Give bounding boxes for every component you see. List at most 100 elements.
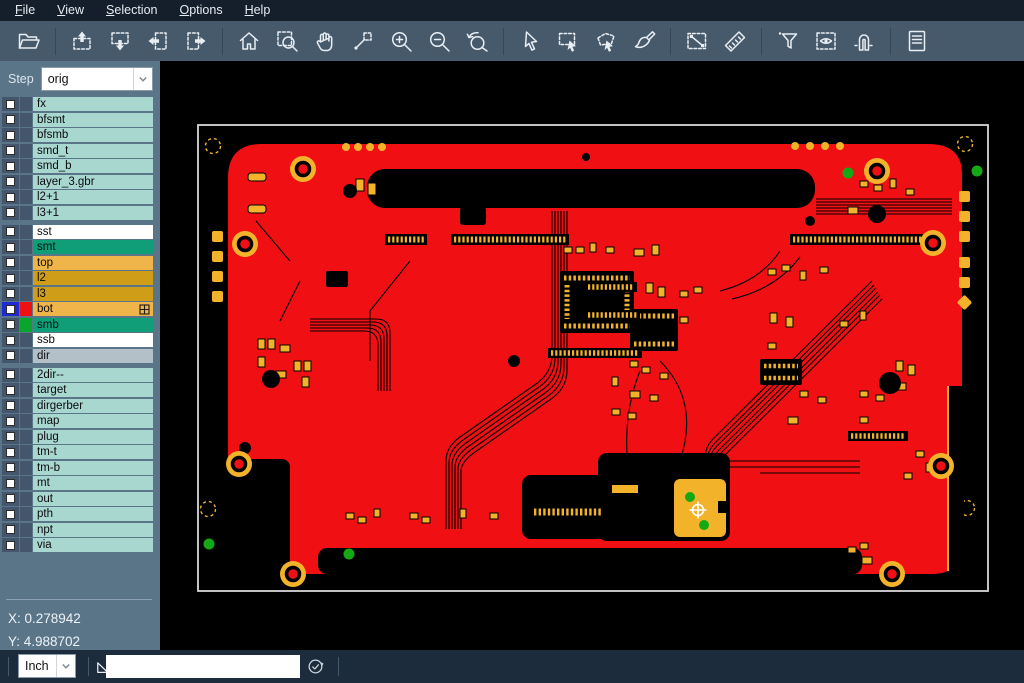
layer-row-target[interactable]: target	[2, 383, 153, 397]
layer-name-l2[interactable]: l2	[33, 271, 153, 285]
layer-row-map[interactable]: map	[2, 414, 153, 428]
layer-visibility-checkbox[interactable]	[2, 271, 19, 285]
layer-name-tm-t[interactable]: tm-t	[33, 445, 153, 459]
open-folder-button[interactable]	[13, 25, 45, 57]
layer-name-fx[interactable]: fx	[33, 97, 153, 111]
layer-row-smd_b[interactable]: smd_b	[2, 159, 153, 173]
layer-name-mt[interactable]: mt	[33, 476, 153, 490]
highlight-eye-button[interactable]	[810, 25, 842, 57]
layer-name-ssb[interactable]: ssb	[33, 333, 153, 347]
layer-row-2dir--[interactable]: 2dir--	[2, 368, 153, 382]
layer-row-mt[interactable]: mt	[2, 476, 153, 490]
layer-name-map[interactable]: map	[33, 414, 153, 428]
layer-row-top[interactable]: top	[2, 256, 153, 270]
snap-magnet-button[interactable]	[848, 25, 880, 57]
layer-visibility-checkbox[interactable]	[2, 399, 19, 413]
layer-row-smt[interactable]: smt	[2, 240, 153, 254]
layer-visibility-checkbox[interactable]	[2, 302, 19, 316]
layer-row-bfsmb[interactable]: bfsmb	[2, 128, 153, 142]
measure-line-button[interactable]	[681, 25, 713, 57]
layer-row-pth[interactable]: pth	[2, 507, 153, 521]
layer-name-smd_t[interactable]: smd_t	[33, 144, 153, 158]
clear-brush-button[interactable]	[628, 25, 660, 57]
layer-visibility-checkbox[interactable]	[2, 159, 19, 173]
layer-row-tm-b[interactable]: tm-b	[2, 461, 153, 475]
layer-row-smb[interactable]: smb	[2, 318, 153, 332]
layer-name-out[interactable]: out	[33, 492, 153, 506]
layer-name-via[interactable]: via	[33, 538, 153, 552]
layer-name-l2+1[interactable]: l2+1	[33, 190, 153, 204]
layer-name-smt[interactable]: smt	[33, 240, 153, 254]
layer-visibility-checkbox[interactable]	[2, 523, 19, 537]
layer-visibility-checkbox[interactable]	[2, 206, 19, 220]
layer-row-dir[interactable]: dir	[2, 349, 153, 363]
layer-row-dirgerber[interactable]: dirgerber	[2, 399, 153, 413]
zoom-object-button[interactable]	[347, 25, 379, 57]
layer-visibility-checkbox[interactable]	[2, 287, 19, 301]
zoom-out-button[interactable]	[423, 25, 455, 57]
layer-name-dirgerber[interactable]: dirgerber	[33, 399, 153, 413]
layer-visibility-checkbox[interactable]	[2, 492, 19, 506]
layer-name-l3[interactable]: l3	[33, 287, 153, 301]
menu-options[interactable]: Options	[168, 1, 233, 20]
home-button[interactable]	[233, 25, 265, 57]
layer-name-sst[interactable]: sst	[33, 225, 153, 239]
layer-row-l3+1[interactable]: l3+1	[2, 206, 153, 220]
layer-visibility-checkbox[interactable]	[2, 190, 19, 204]
layer-name-target[interactable]: target	[33, 383, 153, 397]
menu-file[interactable]: File	[4, 1, 46, 20]
shift-up-button[interactable]	[66, 25, 98, 57]
pcb-viewport[interactable]	[160, 61, 1024, 650]
report-button[interactable]	[901, 25, 933, 57]
chevron-down-icon[interactable]	[133, 68, 152, 90]
polygon-select-button[interactable]	[590, 25, 622, 57]
layer-name-tm-b[interactable]: tm-b	[33, 461, 153, 475]
layer-name-l3+1[interactable]: l3+1	[33, 206, 153, 220]
layer-name-bot[interactable]: bot	[33, 302, 153, 316]
ruler-button[interactable]	[719, 25, 751, 57]
layer-visibility-checkbox[interactable]	[2, 476, 19, 490]
layer-visibility-checkbox[interactable]	[2, 414, 19, 428]
pan-button[interactable]	[309, 25, 341, 57]
layer-visibility-checkbox[interactable]	[2, 383, 19, 397]
layer-visibility-checkbox[interactable]	[2, 445, 19, 459]
layer-name-bfsmt[interactable]: bfsmt	[33, 113, 153, 127]
command-input[interactable]	[106, 655, 300, 678]
layer-visibility-checkbox[interactable]	[2, 507, 19, 521]
layer-name-smd_b[interactable]: smd_b	[33, 159, 153, 173]
layer-name-2dir--[interactable]: 2dir--	[33, 368, 153, 382]
pointer-select-button[interactable]	[514, 25, 546, 57]
zoom-in-button[interactable]	[385, 25, 417, 57]
layer-name-layer_3.gbr[interactable]: layer_3.gbr	[33, 175, 153, 189]
layer-visibility-checkbox[interactable]	[2, 318, 19, 332]
filter-button[interactable]	[772, 25, 804, 57]
layer-row-npt[interactable]: npt	[2, 523, 153, 537]
layer-visibility-checkbox[interactable]	[2, 97, 19, 111]
zoom-area-button[interactable]	[271, 25, 303, 57]
grid-icon[interactable]	[139, 304, 150, 319]
shift-left-button[interactable]	[142, 25, 174, 57]
layer-visibility-checkbox[interactable]	[2, 128, 19, 142]
layer-row-ssb[interactable]: ssb	[2, 333, 153, 347]
menu-help[interactable]: Help	[234, 1, 282, 20]
layer-row-bfsmt[interactable]: bfsmt	[2, 113, 153, 127]
layer-row-tm-t[interactable]: tm-t	[2, 445, 153, 459]
menu-view[interactable]: View	[46, 1, 95, 20]
layer-name-npt[interactable]: npt	[33, 523, 153, 537]
unit-dropdown[interactable]: Inch	[18, 654, 76, 678]
layer-row-l3[interactable]: l3	[2, 287, 153, 301]
layer-visibility-checkbox[interactable]	[2, 256, 19, 270]
shift-right-button[interactable]	[180, 25, 212, 57]
menu-selection[interactable]: Selection	[95, 1, 168, 20]
layer-visibility-checkbox[interactable]	[2, 461, 19, 475]
chevron-down-icon[interactable]	[56, 655, 75, 677]
layer-visibility-checkbox[interactable]	[2, 225, 19, 239]
layer-name-dir[interactable]: dir	[33, 349, 153, 363]
step-dropdown[interactable]: orig	[41, 67, 153, 91]
rect-select-button[interactable]	[552, 25, 584, 57]
layer-visibility-checkbox[interactable]	[2, 144, 19, 158]
shift-down-button[interactable]	[104, 25, 136, 57]
layer-visibility-checkbox[interactable]	[2, 113, 19, 127]
layer-row-smd_t[interactable]: smd_t	[2, 144, 153, 158]
layer-name-plug[interactable]: plug	[33, 430, 153, 444]
